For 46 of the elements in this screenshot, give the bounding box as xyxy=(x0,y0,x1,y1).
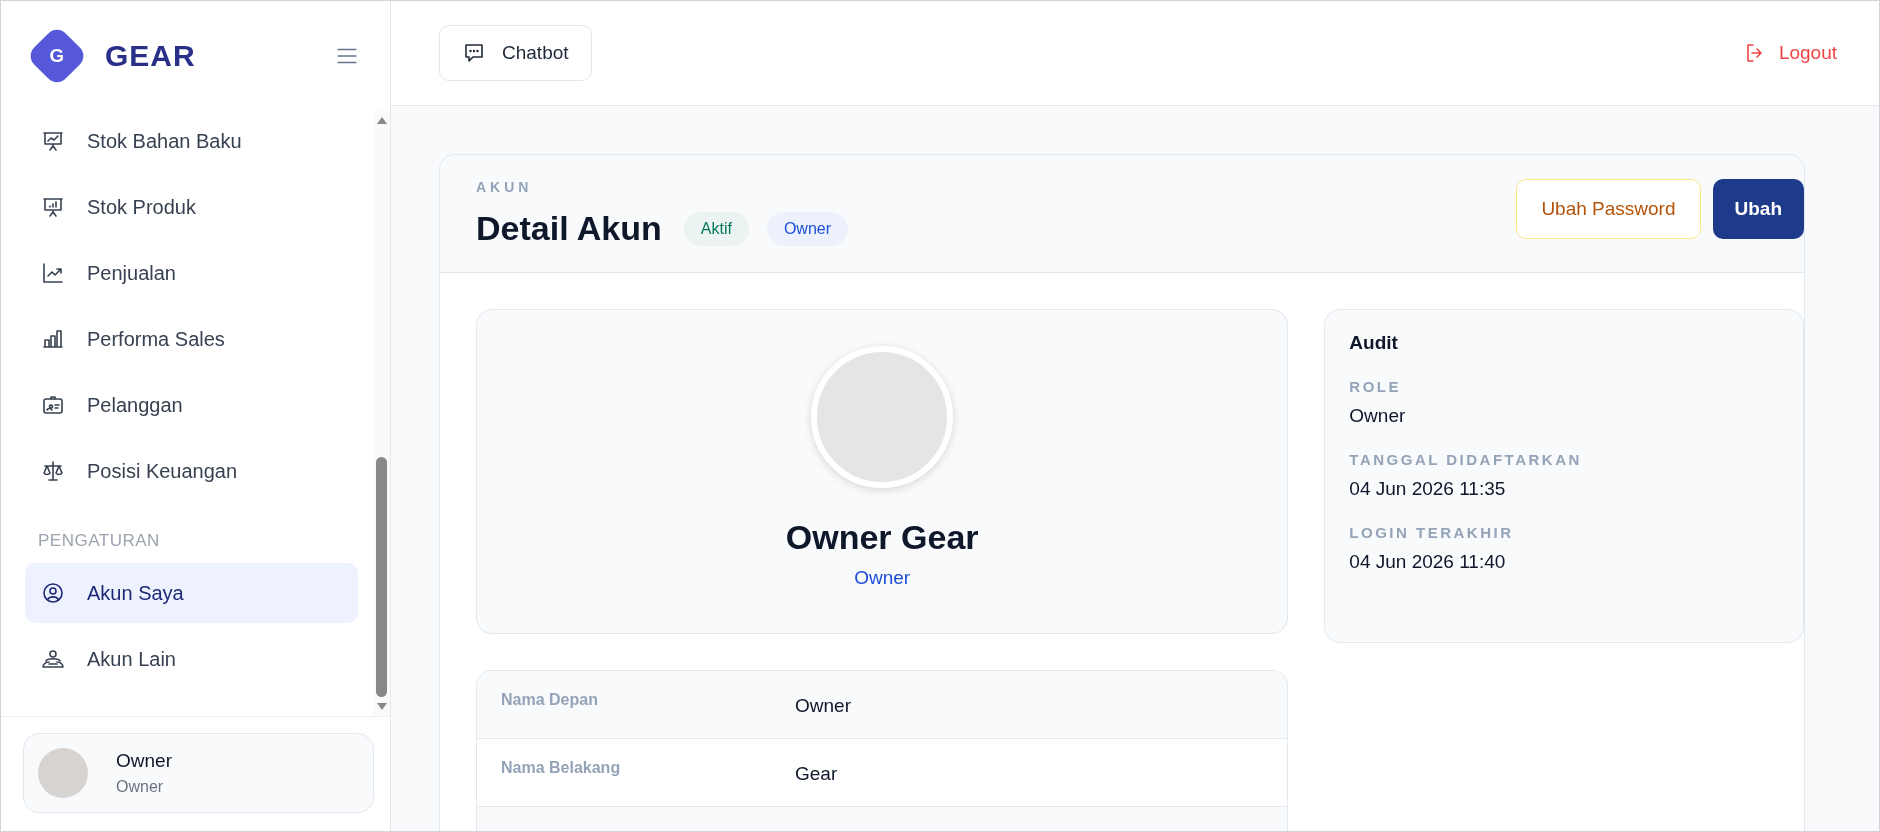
nav-item[interactable]: Stok Bahan Baku xyxy=(25,111,358,171)
nav-item[interactable]: Akun Lain xyxy=(25,629,358,689)
bar-chart-icon xyxy=(41,327,65,351)
user-name: Owner xyxy=(116,750,172,772)
logout-link[interactable]: Logout xyxy=(1742,41,1837,65)
profile-role: Owner xyxy=(854,567,911,589)
trend-chart-icon xyxy=(41,261,65,285)
user-card[interactable]: Owner Owner xyxy=(23,733,374,813)
field-value: Owner xyxy=(795,694,851,718)
field-label: Nama Depan xyxy=(500,690,599,710)
field-label: Nama Belakang xyxy=(500,758,622,778)
field-value: 04 Jun 2026 11:35 xyxy=(1349,478,1507,500)
users-icon xyxy=(41,647,65,671)
edit-button[interactable]: Ubah xyxy=(1712,179,1804,239)
avatar xyxy=(38,748,88,798)
nav-item[interactable]: Stok Produk xyxy=(25,177,358,237)
nav-item[interactable]: Performa Sales xyxy=(25,309,358,369)
logo-letter: G xyxy=(49,44,65,68)
field-label: TANGGAL DIDAFTARKAN xyxy=(1349,451,1583,468)
chatbot-button[interactable]: Chatbot xyxy=(439,25,592,81)
brand-name: GEAR xyxy=(105,39,196,73)
section-heading: PENGATURAN xyxy=(38,531,161,551)
change-password-button[interactable]: Ubah Password xyxy=(1516,179,1701,239)
id-card-icon xyxy=(41,393,65,417)
field-value: Owner xyxy=(1349,405,1407,427)
nav-item[interactable]: Penjualan xyxy=(25,243,358,303)
audit-title: Audit xyxy=(1349,332,1399,354)
field-label: ROLE xyxy=(1349,378,1402,395)
section-label: AKUN xyxy=(476,179,534,195)
field-value: 04 Jun 2026 11:40 xyxy=(1349,551,1507,573)
presentation-bars-icon xyxy=(41,195,65,219)
nav-item[interactable]: Akun Saya xyxy=(25,563,358,623)
field-value: Gear xyxy=(795,762,838,786)
page-title: Detail Akun xyxy=(476,209,662,248)
profile-name: Owner Gear xyxy=(785,518,979,557)
scrollbar[interactable] xyxy=(373,111,390,716)
field-label: LOGIN TERAKHIR xyxy=(1349,524,1515,541)
scale-icon xyxy=(41,459,65,483)
nav-item[interactable]: Posisi Keuangan xyxy=(25,441,358,501)
user-circle-icon xyxy=(41,581,65,605)
status-badge: Owner xyxy=(766,211,849,246)
chat-icon xyxy=(462,41,486,65)
user-role: Owner xyxy=(116,778,165,796)
nav-item[interactable]: Pelanggan xyxy=(25,375,358,435)
presentation-chart-icon xyxy=(41,129,65,153)
status-badge: Aktif xyxy=(683,211,749,246)
